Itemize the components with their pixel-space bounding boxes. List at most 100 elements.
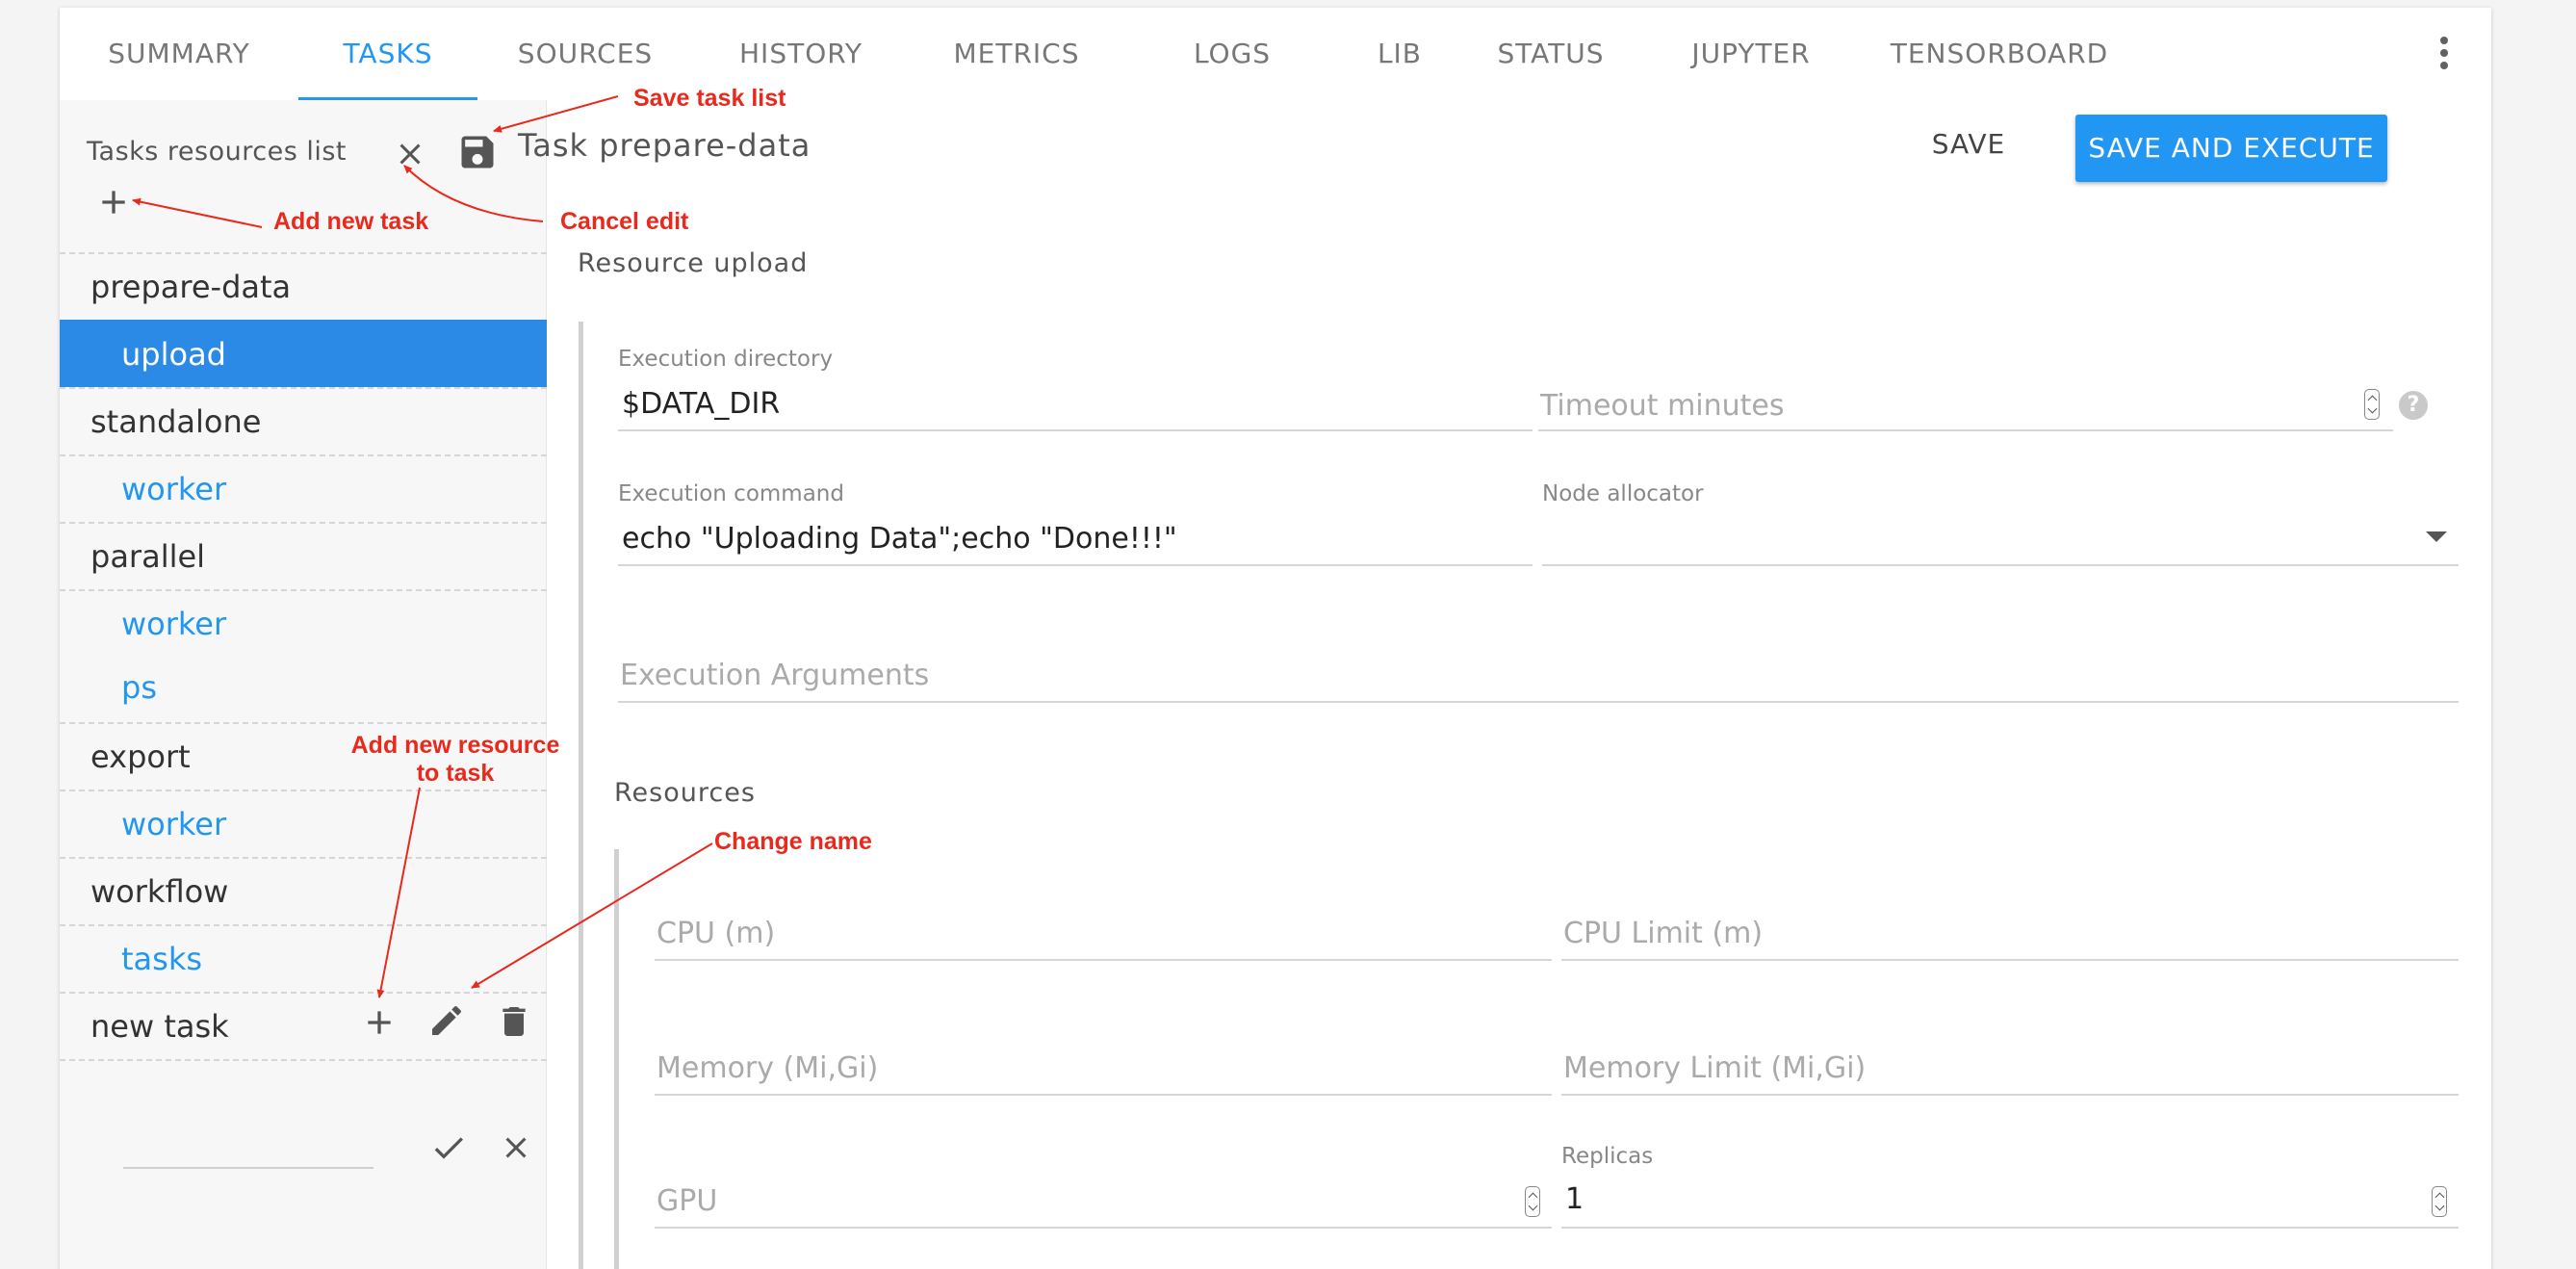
annotation-add-new-task: Add new task	[273, 208, 429, 235]
tree-item-label: worker	[121, 806, 227, 842]
annotation-line: to task	[416, 760, 495, 787]
number-spinner-icon[interactable]	[2364, 389, 2380, 420]
timeout-minutes-field[interactable]: Timeout minutes	[1538, 347, 2393, 433]
field-underline	[1561, 1094, 2459, 1096]
delete-task-button[interactable]	[495, 1001, 533, 1042]
tree-item-label: worker	[121, 471, 227, 507]
field-placeholder: Timeout minutes	[1540, 389, 1785, 423]
tree-item-label: standalone	[90, 403, 262, 440]
new-name-input[interactable]	[123, 1167, 374, 1169]
tree-task-parallel[interactable]: parallel	[60, 522, 547, 589]
tree-resource-worker[interactable]: worker	[60, 790, 547, 857]
more-vert-icon[interactable]	[2434, 37, 2454, 75]
field-value: 1	[1565, 1182, 1584, 1216]
panel-title: Tasks resources list	[87, 137, 348, 167]
cpu-field[interactable]: CPU (m)	[655, 915, 1552, 963]
tasks-resources-panel: Tasks resources list prepare-data upload…	[60, 100, 547, 1269]
tree-task-workflow[interactable]: workflow	[60, 857, 547, 924]
gpu-field[interactable]: GPU	[655, 1182, 1552, 1230]
annotation-line: Add new resource	[350, 732, 560, 759]
field-underline	[655, 1227, 1552, 1229]
add-new-task-button[interactable]	[94, 183, 133, 221]
tree-task-new-task[interactable]: new task	[60, 992, 547, 1059]
confirm-name-button[interactable]	[429, 1128, 468, 1167]
resource-section-title: Resource upload	[578, 248, 809, 278]
tree-item-label: tasks	[121, 941, 203, 977]
execution-directory-field[interactable]: Execution directory $DATA_DIR	[618, 347, 1533, 433]
field-underline	[1542, 564, 2459, 566]
field-underline	[655, 959, 1552, 961]
field-label: Node allocator	[1542, 481, 1704, 506]
field-placeholder: Memory Limit (Mi,Gi)	[1563, 1051, 1867, 1085]
resources-section-bar	[614, 849, 619, 1269]
field-underline	[1561, 1227, 2459, 1229]
field-placeholder: Execution Arguments	[620, 659, 930, 692]
execution-command-field[interactable]: Execution command echo "Uploading Data";…	[618, 481, 1533, 568]
add-icon	[102, 191, 125, 214]
tree-divider	[60, 1059, 547, 1061]
dropdown-arrow-icon	[2426, 531, 2447, 542]
tree-resource-upload[interactable]: upload	[60, 320, 547, 387]
close-icon	[505, 1137, 527, 1158]
tree-item-label: ps	[121, 669, 157, 706]
save-button[interactable]: SAVE	[1906, 114, 2031, 175]
field-label: Execution command	[618, 481, 844, 506]
field-label: Execution directory	[618, 347, 834, 372]
annotation-cancel-edit: Cancel edit	[560, 208, 689, 235]
number-spinner-icon[interactable]	[2432, 1186, 2447, 1217]
close-icon	[399, 143, 421, 165]
cpu-limit-field[interactable]: CPU Limit (m)	[1561, 915, 2459, 963]
save-task-list-button[interactable]	[456, 131, 499, 173]
number-spinner-icon[interactable]	[1525, 1186, 1540, 1217]
memory-limit-field[interactable]: Memory Limit (Mi,Gi)	[1561, 1049, 2459, 1098]
tab-bar: SUMMARY TASKS SOURCES HISTORY METRICS LO…	[60, 8, 2491, 101]
field-placeholder: GPU	[657, 1184, 718, 1218]
check-icon	[434, 1137, 463, 1159]
field-placeholder: CPU Limit (m)	[1563, 917, 1764, 950]
save-and-execute-button[interactable]: SAVE AND EXECUTE	[2075, 115, 2387, 182]
rename-task-button[interactable]	[427, 1001, 466, 1040]
delete-icon	[502, 1007, 526, 1036]
tree-task-standalone[interactable]: standalone	[60, 387, 547, 454]
tree-task-prepare-data[interactable]: prepare-data	[60, 252, 547, 320]
field-underline	[1538, 429, 2393, 431]
tab-logs[interactable]: LOGS	[1124, 8, 1340, 100]
field-label: Replicas	[1561, 1144, 1654, 1169]
field-placeholder: Memory (Mi,Gi)	[657, 1051, 879, 1085]
field-value: $DATA_DIR	[622, 387, 781, 421]
tab-tasks[interactable]: TASKS	[298, 8, 477, 100]
resources-section-title: Resources	[614, 778, 756, 808]
replicas-field[interactable]: Replicas 1	[1561, 1144, 2459, 1230]
add-resource-button[interactable]	[360, 1003, 399, 1042]
tree-resource-ps[interactable]: ps	[60, 655, 547, 722]
field-underline	[618, 701, 2459, 703]
tree-item-label: parallel	[90, 538, 206, 575]
save-icon	[461, 136, 494, 168]
node-allocator-select[interactable]: Node allocator	[1542, 481, 2459, 568]
tree-item-label: new task	[90, 1008, 229, 1045]
help-icon[interactable]: ?	[2399, 391, 2428, 420]
tree-resource-tasks[interactable]: tasks	[60, 924, 547, 992]
tree-resource-worker[interactable]: worker	[60, 454, 547, 522]
memory-field[interactable]: Memory (Mi,Gi)	[655, 1049, 1552, 1098]
field-underline	[618, 429, 1533, 431]
annotation-add-new-resource: Add new resource to task	[345, 732, 566, 788]
execution-arguments-field[interactable]: Execution Arguments	[618, 655, 2459, 703]
tab-lib[interactable]: LIB	[1340, 8, 1459, 100]
tab-status[interactable]: STATUS	[1459, 8, 1642, 100]
cancel-edit-button[interactable]	[393, 137, 427, 171]
tree-resource-worker[interactable]: worker	[60, 589, 547, 657]
tree-item-label: export	[90, 738, 191, 775]
resource-section-bar	[579, 322, 583, 1269]
tab-summary[interactable]: SUMMARY	[60, 8, 298, 100]
tree-item-label: workflow	[90, 873, 229, 910]
annotation-change-name: Change name	[714, 828, 872, 855]
add-icon	[368, 1011, 391, 1034]
field-underline	[618, 564, 1533, 566]
tab-metrics[interactable]: METRICS	[909, 8, 1124, 100]
tab-jupyter[interactable]: JUPYTER	[1642, 8, 1860, 100]
tab-tensorboard[interactable]: TENSORBOARD	[1860, 8, 2139, 100]
field-underline	[1561, 959, 2459, 961]
cancel-name-button[interactable]	[499, 1130, 533, 1165]
tree-item-label: prepare-data	[90, 269, 292, 305]
